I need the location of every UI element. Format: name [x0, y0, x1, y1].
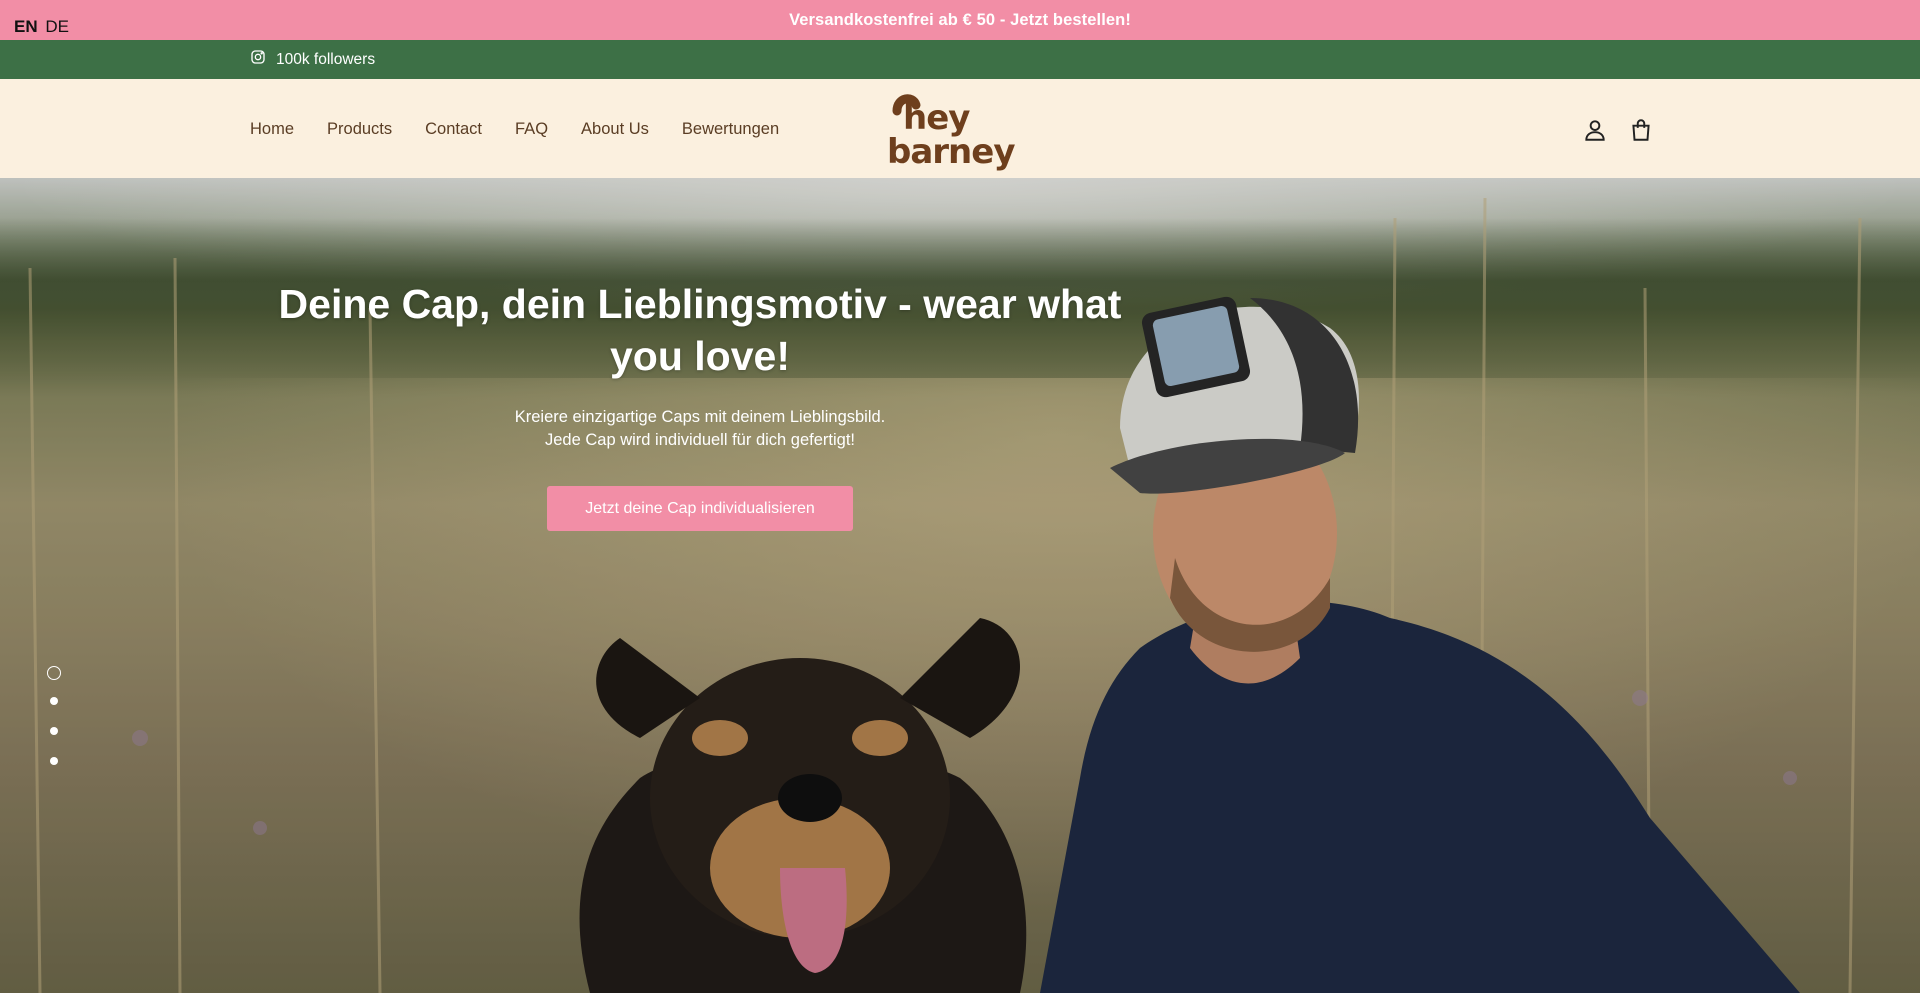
nav-products[interactable]: Products	[327, 120, 392, 139]
social-bar: 100k followers	[0, 40, 1920, 79]
hero-subtitle-line-1: Kreiere einzigartige Caps mit deinem Lie…	[514, 408, 886, 426]
instagram-link[interactable]: 100k followers	[250, 49, 375, 70]
nav-faq[interactable]: FAQ	[515, 120, 548, 139]
announcement-bar: EN DE Versandkostenfrei ab € 50 - Jetzt …	[0, 0, 1920, 40]
nav-about-us[interactable]: About Us	[581, 120, 649, 139]
customize-cap-button[interactable]: Jetzt deine Cap individualisieren	[547, 486, 853, 531]
slide-dot-4[interactable]	[50, 757, 58, 765]
hey-barney-logo[interactable]: hey barney	[883, 89, 1043, 172]
main-nav: Home Products Contact FAQ About Us Bewer…	[250, 120, 812, 139]
nav-home[interactable]: Home	[250, 120, 294, 139]
hero-subtitle: Kreiere einzigartige Caps mit deinem Lie…	[400, 406, 1000, 452]
site-header: Home Products Contact FAQ About Us Bewer…	[0, 79, 1920, 178]
cart-icon[interactable]	[1628, 117, 1654, 143]
instagram-icon	[250, 49, 276, 70]
slider-pagination	[47, 666, 61, 787]
hero-title: Deine Cap, dein Lieblingsmotiv - wear wh…	[278, 281, 1122, 379]
announcement-text[interactable]: Versandkostenfrei ab € 50 - Jetzt bestel…	[0, 11, 1920, 30]
svg-text:barney: barney	[887, 132, 1015, 171]
nav-bewertungen[interactable]: Bewertungen	[682, 120, 779, 139]
slide-dot-3[interactable]	[50, 727, 58, 735]
followers-label: 100k followers	[276, 50, 376, 68]
hero-subtitle-line-2: Jede Cap wird individuell für dich gefer…	[545, 431, 855, 449]
account-icon[interactable]	[1582, 117, 1608, 143]
slide-dot-1[interactable]	[47, 666, 61, 680]
hero-section: Deine Cap, dein Lieblingsmotiv - wear wh…	[0, 178, 1920, 993]
slide-dot-2[interactable]	[50, 697, 58, 705]
nav-contact[interactable]: Contact	[425, 120, 482, 139]
